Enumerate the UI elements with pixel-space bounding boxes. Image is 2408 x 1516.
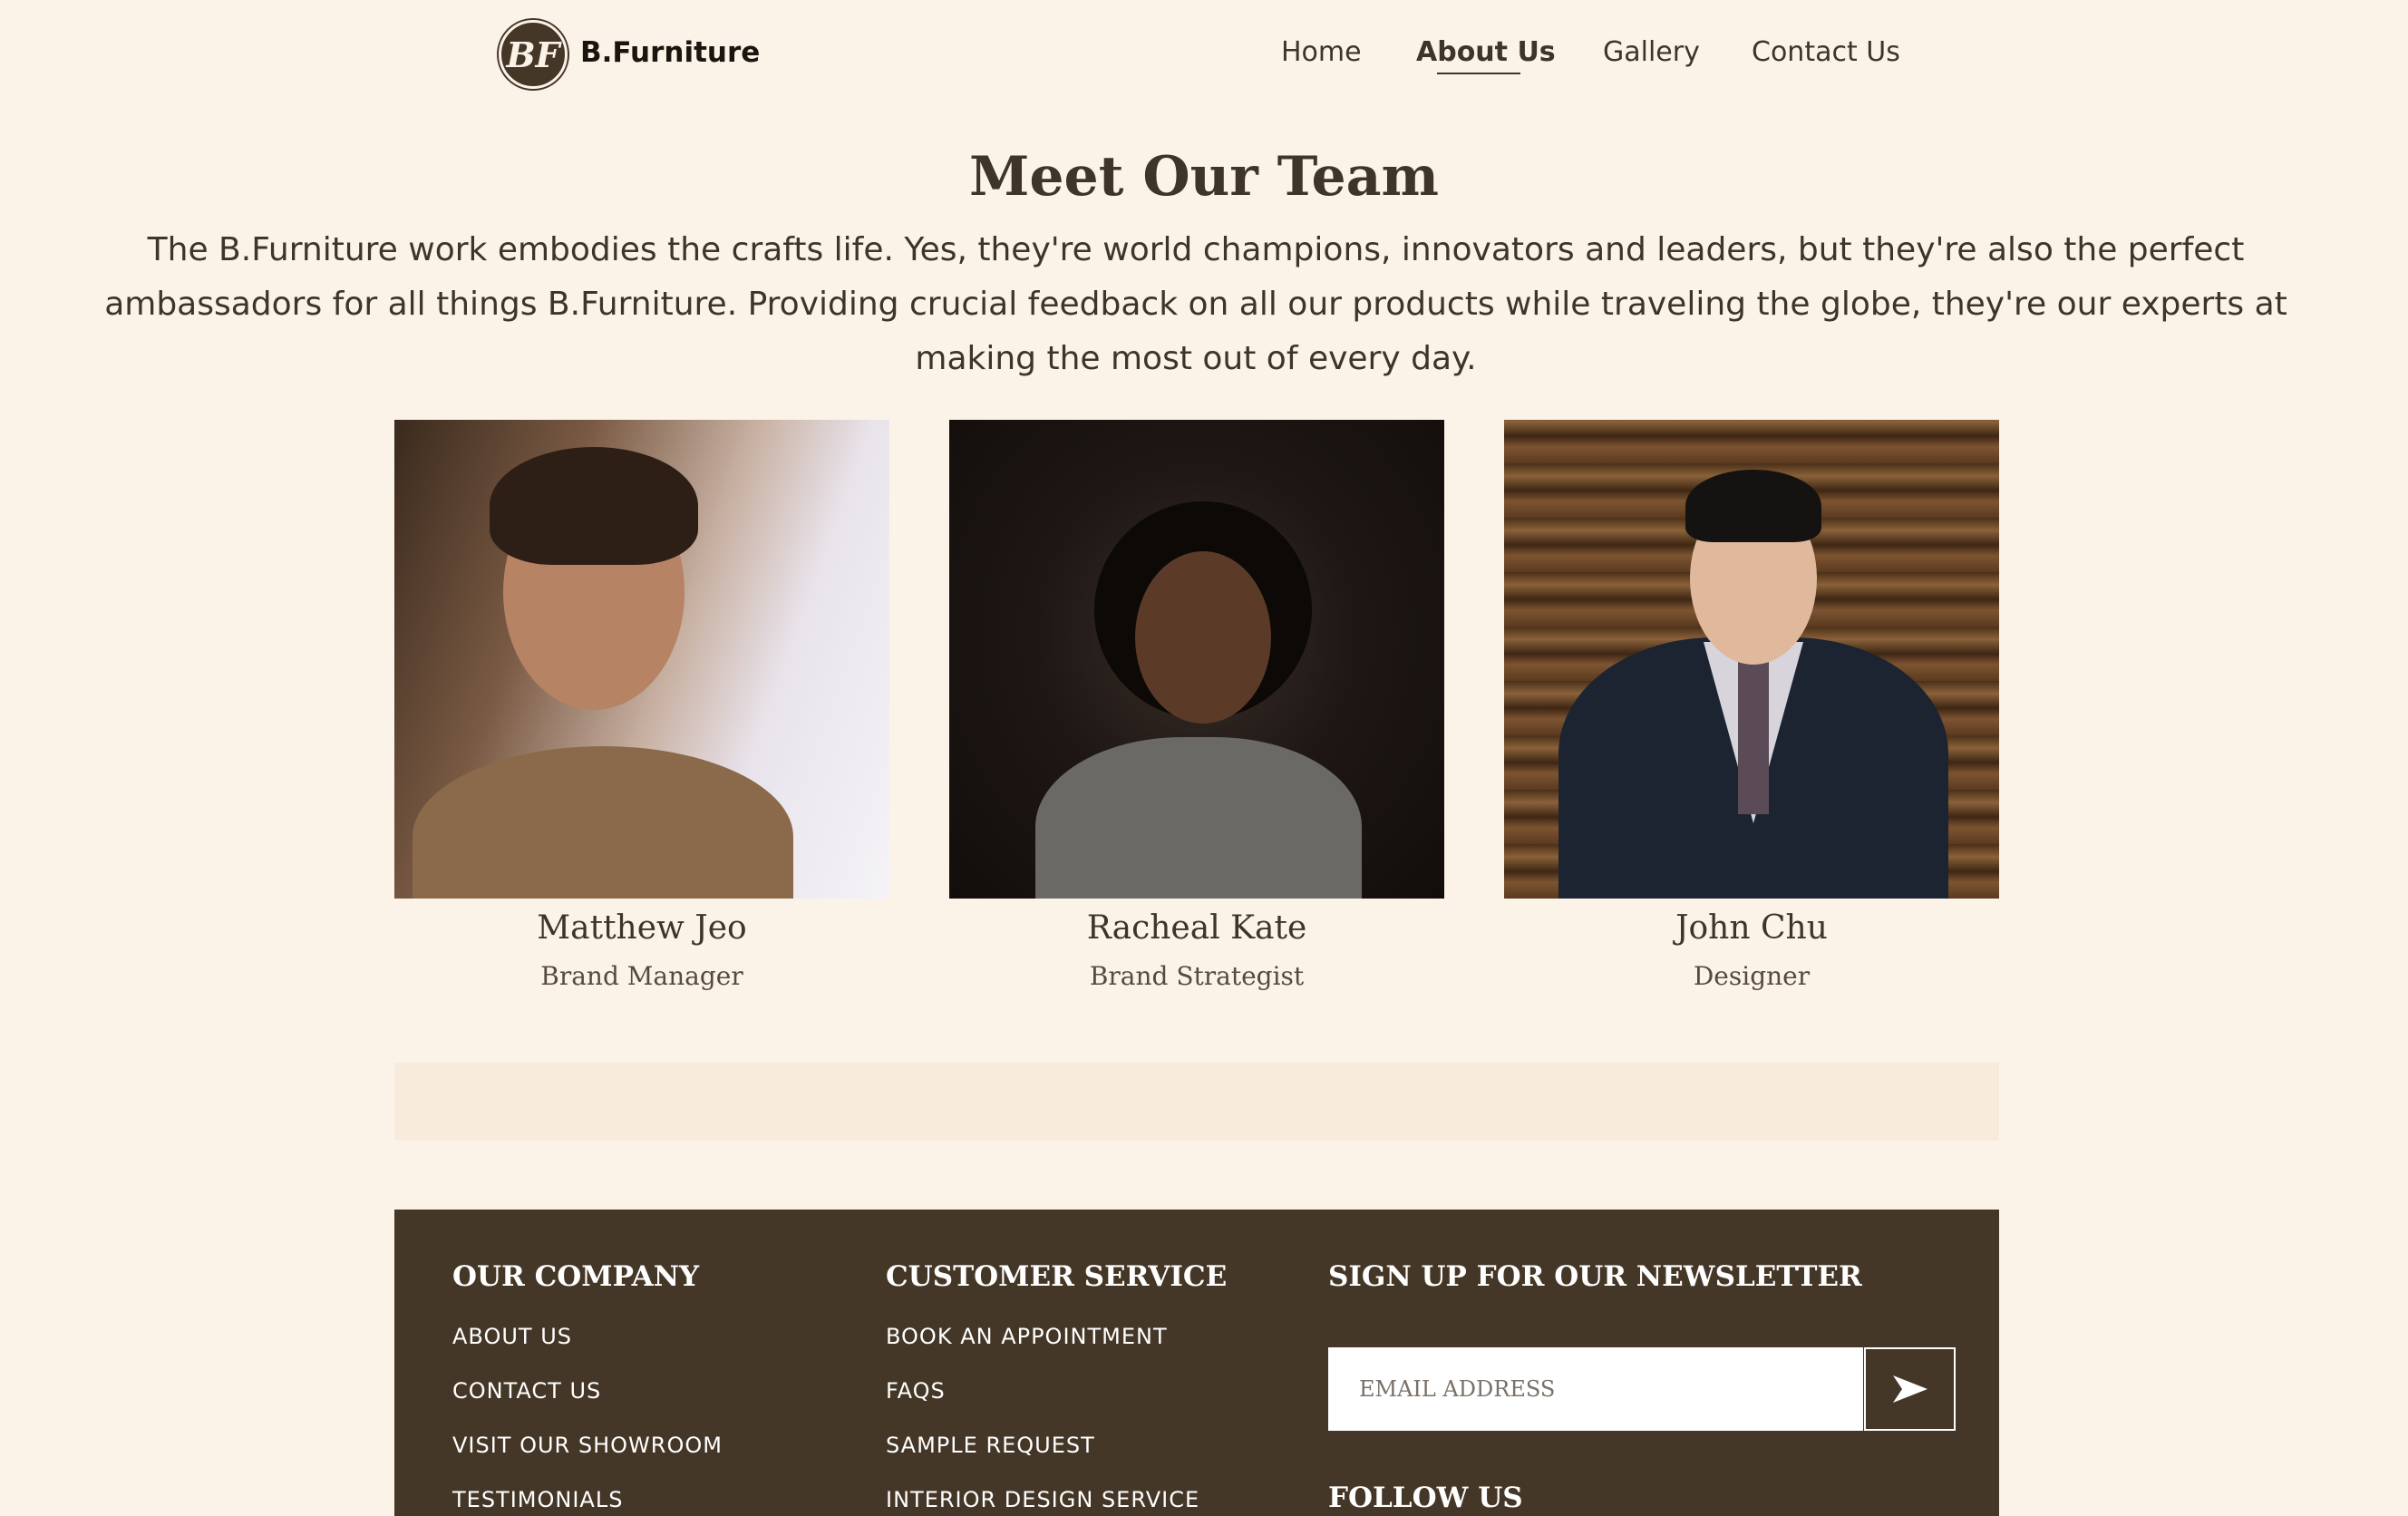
team-card-matthew: Matthew Jeo Brand Manager [394, 420, 889, 991]
team-intro: The B.Furniture work embodies the crafts… [104, 231, 2287, 377]
newsletter-email-input[interactable] [1328, 1347, 1863, 1431]
newsletter-submit-button[interactable] [1864, 1347, 1956, 1431]
team-member-role: Designer [1693, 961, 1811, 991]
team-member-role: Brand Strategist [1089, 961, 1305, 991]
team-photo-racheal [949, 420, 1444, 899]
team-card-racheal: Racheal Kate Brand Strategist [949, 420, 1444, 991]
footer-heading: CUSTOMER SERVICE [886, 1260, 1228, 1293]
newsletter-heading: SIGN UP FOR OUR NEWSLETTER [1328, 1260, 1862, 1293]
team-member-name: Racheal Kate [1086, 909, 1307, 947]
team-member-name: Matthew Jeo [537, 909, 747, 947]
brand-logo[interactable]: BF [499, 20, 568, 89]
team-photo-john [1504, 420, 1999, 899]
nav-about-us[interactable]: About Us [1416, 36, 1556, 73]
footer-service-column: CUSTOMER SERVICE BOOK AN APPOINTMENT FAQ… [886, 1260, 1227, 1516]
footer-link-about-us[interactable]: ABOUT US [452, 1324, 723, 1353]
newsletter-form [1328, 1347, 1956, 1431]
nav-home[interactable]: Home [1281, 36, 1362, 73]
footer-heading: OUR COMPANY [452, 1260, 700, 1293]
logo-monogram: BF [506, 34, 560, 75]
footer-link-interior-design[interactable]: INTERIOR DESIGN SERVICE [886, 1487, 1227, 1516]
nav-contact-us[interactable]: Contact Us [1752, 36, 1900, 73]
empty-band [394, 1063, 1999, 1141]
page-title: Meet Our Team [968, 145, 1440, 209]
follow-us-heading: FOLLOW US [1328, 1482, 1523, 1514]
active-nav-indicator [1437, 73, 1520, 74]
nav-gallery[interactable]: Gallery [1603, 36, 1700, 73]
team-card-john: John Chu Designer [1504, 420, 1999, 991]
team-photo-matthew [394, 420, 889, 899]
site-footer: OUR COMPANY ABOUT US CONTACT US VISIT OU… [394, 1210, 1999, 1516]
team-member-role: Brand Manager [540, 961, 743, 991]
team-member-name: John Chu [1675, 909, 1828, 947]
arrow-right-icon [1892, 1375, 1927, 1403]
footer-link-sample-request[interactable]: SAMPLE REQUEST [886, 1433, 1227, 1462]
footer-link-showroom[interactable]: VISIT OUR SHOWROOM [452, 1433, 723, 1462]
brand-name[interactable]: B.Furniture [580, 36, 760, 69]
site-header: BF B.Furniture Home About Us Gallery Con… [0, 0, 2408, 109]
footer-link-testimonials[interactable]: TESTIMONIALS [452, 1487, 723, 1516]
footer-newsletter-column: SIGN UP FOR OUR NEWSLETTER [1328, 1260, 1862, 1293]
footer-company-column: OUR COMPANY ABOUT US CONTACT US VISIT OU… [452, 1260, 723, 1516]
footer-link-contact-us[interactable]: CONTACT US [452, 1378, 723, 1407]
footer-link-appointment[interactable]: BOOK AN APPOINTMENT [886, 1324, 1227, 1353]
footer-link-faqs[interactable]: FAQS [886, 1378, 1227, 1407]
